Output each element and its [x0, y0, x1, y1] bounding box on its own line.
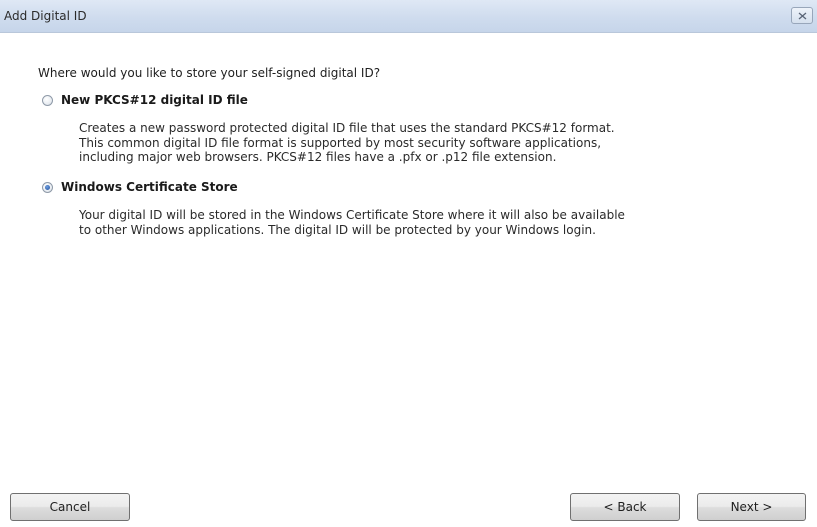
pkcs12-description-line: Creates a new password protected digital… — [79, 121, 615, 135]
close-icon — [798, 12, 807, 20]
pkcs12-description-line: This common digital ID file format is su… — [79, 135, 602, 150]
windows-store-description: Your digital ID will be stored in the Wi… — [79, 208, 625, 237]
close-button[interactable] — [791, 7, 813, 24]
pkcs12-radio[interactable] — [42, 94, 53, 106]
pkcs12-description-line: including major web browsers. PKCS#12 fi… — [79, 150, 557, 165]
windows-store-description-line: to other Windows applications. The digit… — [79, 222, 596, 237]
window-title: Add Digital ID — [4, 9, 87, 23]
windows-store-label[interactable]: Windows Certificate Store — [61, 180, 238, 194]
option-windows-certificate-store[interactable]: Windows Certificate Store — [42, 180, 238, 194]
windows-store-radio[interactable] — [42, 181, 53, 193]
store-question: Where would you like to store your self-… — [38, 66, 381, 80]
pkcs12-description: Creates a new password protected digital… — [79, 121, 615, 165]
option-pkcs12-file[interactable]: New PKCS#12 digital ID file — [42, 93, 248, 107]
title-bar: Add Digital ID — [0, 0, 817, 33]
next-button[interactable]: Next > — [697, 493, 806, 521]
cancel-button[interactable]: Cancel — [10, 493, 130, 521]
back-button[interactable]: < Back — [570, 493, 680, 521]
pkcs12-label[interactable]: New PKCS#12 digital ID file — [61, 93, 248, 107]
windows-store-description-line: Your digital ID will be stored in the Wi… — [79, 208, 625, 222]
